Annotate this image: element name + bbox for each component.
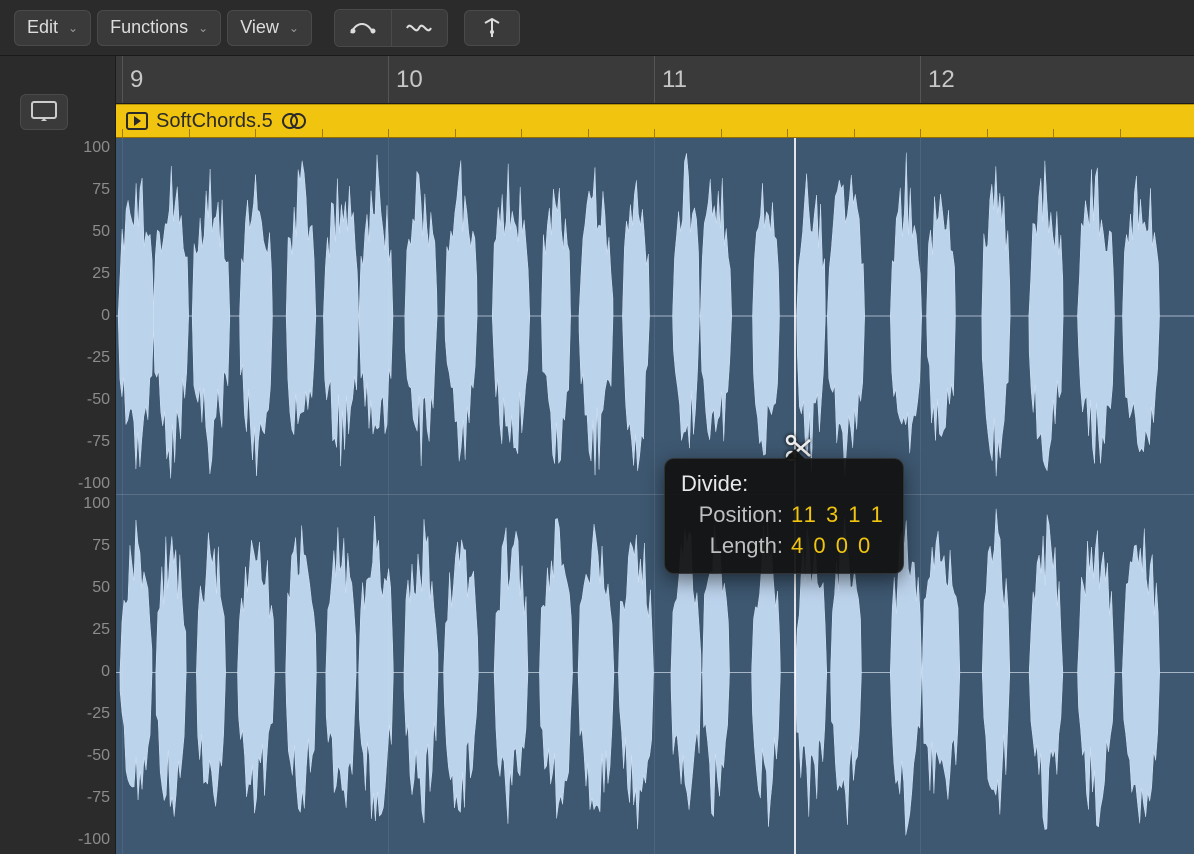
amplitude-label: 75 bbox=[92, 537, 110, 555]
stereo-icon bbox=[281, 111, 307, 131]
amplitude-label: -25 bbox=[87, 349, 110, 367]
amplitude-label: 50 bbox=[92, 579, 110, 597]
waveform-area[interactable]: Divide: Position:11 3 1 1Length:4 0 0 0 bbox=[116, 138, 1194, 854]
amplitude-label: -100 bbox=[78, 831, 110, 849]
time-ruler[interactable]: 9 10 11 12 bbox=[116, 56, 1194, 104]
functions-menu-label: Functions bbox=[110, 17, 188, 38]
chevron-down-icon: ⌄ bbox=[289, 21, 299, 35]
edit-menu[interactable]: Edit ⌄ bbox=[14, 10, 91, 46]
channel-right bbox=[116, 494, 1194, 850]
amplitude-label: 50 bbox=[92, 223, 110, 241]
amplitude-ruler: 100 75 50 25 0 -25 -50 -75 -100 100 75 50 25 0 -25 -50 -… bbox=[0, 138, 116, 854]
amplitude-label: -50 bbox=[87, 747, 110, 765]
amplitude-label: 0 bbox=[101, 663, 110, 681]
catalog-button[interactable] bbox=[20, 94, 68, 130]
tooltip-key: Length: bbox=[681, 531, 791, 562]
ruler-bar-label: 9 bbox=[130, 66, 143, 94]
tooltip-key: Position: bbox=[681, 500, 791, 531]
tooltip-row: Position:11 3 1 1 bbox=[681, 500, 887, 531]
chevron-down-icon: ⌄ bbox=[68, 21, 78, 35]
divide-tooltip: Divide: Position:11 3 1 1Length:4 0 0 0 bbox=[664, 458, 904, 574]
functions-menu[interactable]: Functions ⌄ bbox=[97, 10, 221, 46]
chevron-down-icon: ⌄ bbox=[198, 21, 208, 35]
amplitude-label: -100 bbox=[78, 475, 110, 493]
amplitude-label: 25 bbox=[92, 621, 110, 639]
tool-group-flex bbox=[334, 9, 448, 47]
ruler-bar-label: 11 bbox=[662, 66, 687, 94]
channel-left bbox=[116, 138, 1194, 494]
ruler-bar-label: 12 bbox=[928, 66, 955, 94]
flex-curve-button[interactable] bbox=[335, 10, 391, 46]
ruler-bar-label: 10 bbox=[396, 66, 423, 94]
transient-marker-button[interactable] bbox=[464, 10, 520, 46]
amplitude-label: -75 bbox=[87, 789, 110, 807]
play-region-icon bbox=[126, 112, 148, 130]
amplitude-label: -25 bbox=[87, 705, 110, 723]
amplitude-label: 100 bbox=[83, 139, 110, 157]
amplitude-label: 0 bbox=[101, 307, 110, 325]
tooltip-value: 4 0 0 0 bbox=[791, 531, 872, 562]
region-header[interactable]: SoftChords.5 bbox=[116, 104, 1194, 138]
amplitude-label: 25 bbox=[92, 265, 110, 283]
region-header-ticks bbox=[116, 129, 1194, 137]
amplitude-label: -50 bbox=[87, 391, 110, 409]
waveform-right-svg bbox=[116, 495, 1194, 850]
view-menu-label: View bbox=[240, 17, 279, 38]
tooltip-title: Divide: bbox=[681, 469, 887, 500]
editor-main: 100 75 50 25 0 -25 -50 -75 -100 100 75 50 25 0 -25 -50 -… bbox=[0, 56, 1194, 854]
amplitude-label: 75 bbox=[92, 181, 110, 199]
tooltip-row: Length:4 0 0 0 bbox=[681, 531, 887, 562]
view-menu[interactable]: View ⌄ bbox=[227, 10, 312, 46]
amplitude-label: -75 bbox=[87, 433, 110, 451]
flex-loop-button[interactable] bbox=[391, 10, 447, 46]
editor-toolbar: Edit ⌄ Functions ⌄ View ⌄ bbox=[0, 0, 1194, 56]
edit-menu-label: Edit bbox=[27, 17, 58, 38]
amplitude-label: 100 bbox=[83, 495, 110, 513]
tooltip-value: 11 3 1 1 bbox=[791, 500, 885, 531]
waveform-left-svg bbox=[116, 138, 1194, 494]
